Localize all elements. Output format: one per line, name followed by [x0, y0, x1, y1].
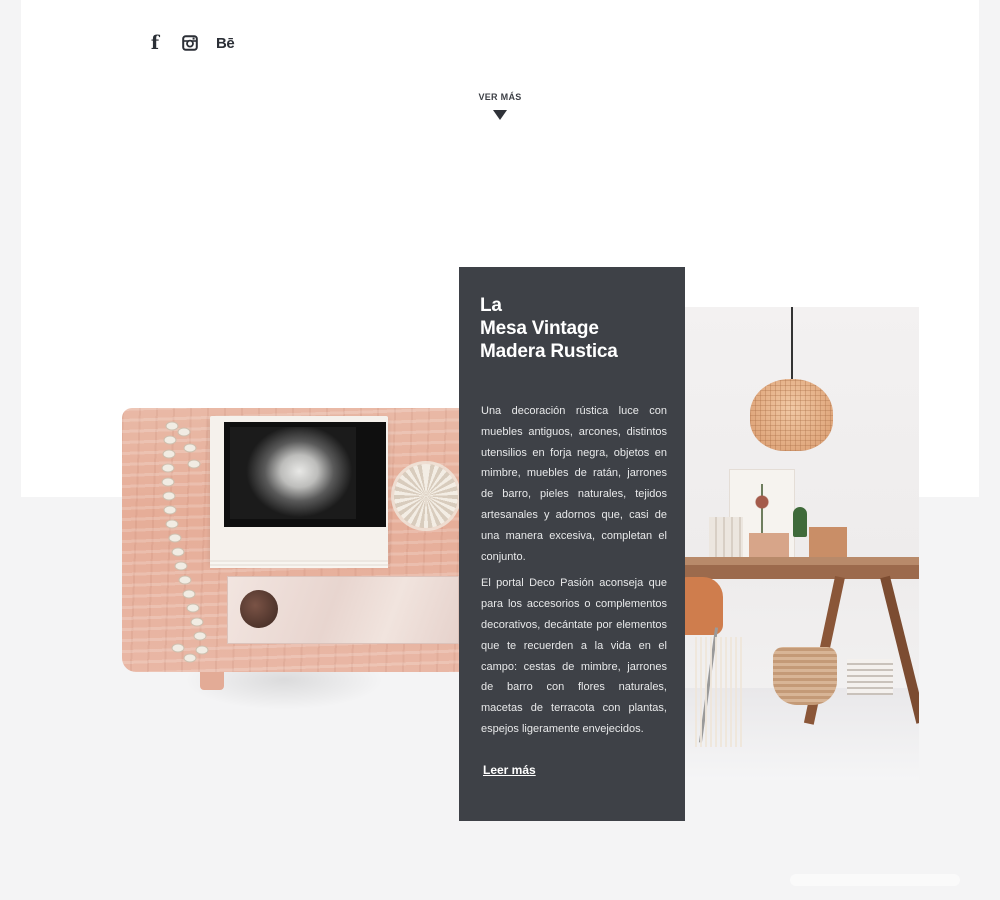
- ver-mas-label: VER MÁS: [478, 92, 522, 102]
- interior-photo: [685, 307, 919, 780]
- orange-chair: [685, 577, 723, 635]
- cactus-plant: [793, 507, 807, 537]
- ver-mas-button[interactable]: VER MÁS: [470, 92, 530, 120]
- arrow-down-icon: [493, 110, 507, 120]
- instagram-link[interactable]: [182, 33, 198, 53]
- behance-link[interactable]: Bē: [216, 33, 235, 53]
- wicker-basket: [773, 647, 837, 705]
- article-title: La Mesa Vintage Madera Rustica: [480, 294, 667, 363]
- facebook-link[interactable]: f: [146, 32, 164, 54]
- stone-dish: [240, 590, 278, 628]
- book-cover: [224, 422, 386, 527]
- article-paragraph: Una decoración rústica luce con muebles …: [481, 405, 667, 563]
- table-leg: [200, 672, 224, 690]
- photo-credit: [790, 874, 960, 886]
- social-links: f Bē: [146, 32, 252, 54]
- article-paragraph: El portal Deco Pasión aconseja que para …: [481, 577, 667, 735]
- article-title-line: Mesa Vintage: [480, 318, 599, 339]
- article-title-line: Madera Rustica: [480, 341, 618, 362]
- wicker-lamp: [750, 379, 833, 451]
- rustic-table-photo: [114, 395, 467, 725]
- article-body: Una decoración rústica luce con muebles …: [481, 401, 667, 740]
- macrame-bag: [695, 637, 745, 747]
- behance-icon: Bē: [216, 34, 235, 52]
- article-title-line: La: [480, 295, 502, 316]
- read-more-link[interactable]: Leer más: [483, 763, 536, 777]
- lamp-cord: [791, 307, 793, 385]
- facebook-icon: f: [150, 32, 160, 54]
- wooden-box: [749, 533, 789, 557]
- instagram-icon: [182, 35, 198, 51]
- bead-necklace: [161, 421, 209, 663]
- magazine-stack: [847, 659, 893, 695]
- paper-bag-planter: [809, 527, 847, 559]
- article-card: La Mesa Vintage Madera Rustica Una decor…: [459, 267, 685, 821]
- book-portrait: [230, 427, 356, 519]
- sea-urchin-shell: [394, 464, 458, 528]
